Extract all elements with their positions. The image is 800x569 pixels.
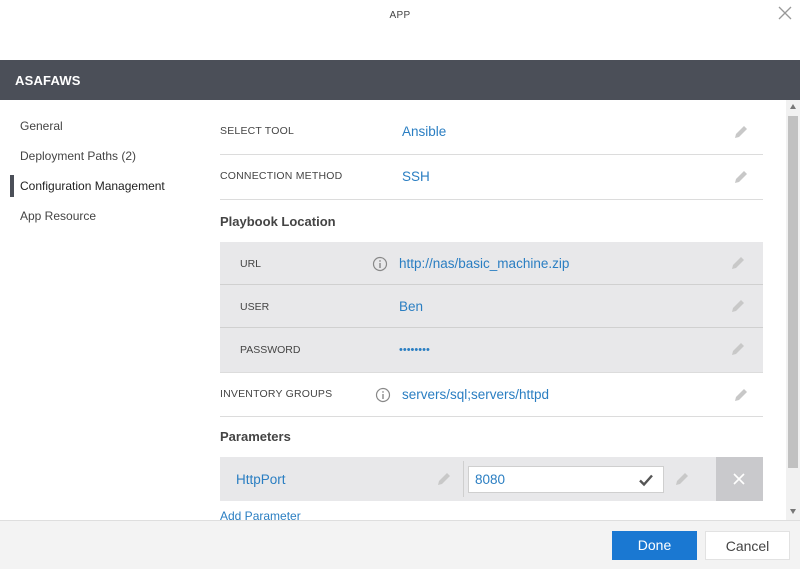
sidebar-item-app-resource[interactable]: App Resource	[10, 205, 200, 227]
app-name: ASAFAWS	[15, 73, 81, 88]
user-label: USER	[240, 301, 270, 313]
select-tool-label: SELECT TOOL	[220, 125, 294, 137]
url-row: URL http://nas/basic_machine.zip	[220, 242, 763, 285]
done-button[interactable]: Done	[612, 531, 697, 560]
scroll-down-arrow-icon[interactable]	[790, 509, 796, 514]
sidebar-item-general[interactable]: General	[10, 115, 200, 137]
close-icon	[733, 473, 745, 485]
scroll-up-arrow-icon[interactable]	[790, 104, 796, 109]
app-header: ASAFAWS	[0, 60, 800, 100]
playbook-location-block: URL http://nas/basic_machine.zip USER Be…	[220, 242, 763, 372]
parameter-value-input[interactable]: 8080	[468, 466, 664, 493]
pencil-icon[interactable]	[733, 124, 749, 140]
add-parameter-link[interactable]: Add Parameter	[220, 509, 301, 520]
inventory-groups-label: INVENTORY GROUPS	[220, 388, 333, 400]
pencil-icon[interactable]	[730, 298, 746, 314]
pencil-icon[interactable]	[436, 471, 452, 487]
parameters-title: Parameters	[220, 429, 291, 444]
pencil-icon[interactable]	[674, 471, 690, 487]
pencil-icon[interactable]	[730, 255, 746, 271]
playbook-location-title: Playbook Location	[220, 214, 336, 229]
window-title: APP	[389, 10, 411, 21]
inventory-groups-value[interactable]: servers/sql;servers/httpd	[402, 387, 549, 402]
password-row: PASSWORD ••••••••	[220, 328, 763, 371]
config-panel: SELECT TOOL Ansible CONNECTION METHOD SS…	[220, 110, 763, 520]
connection-method-value[interactable]: SSH	[402, 169, 430, 184]
pencil-icon[interactable]	[730, 341, 746, 357]
divider	[463, 461, 464, 497]
select-tool-value[interactable]: Ansible	[402, 124, 446, 139]
inventory-groups-row: INVENTORY GROUPS servers/sql;servers/htt…	[220, 372, 763, 417]
info-icon[interactable]	[375, 387, 391, 403]
info-icon[interactable]	[372, 256, 388, 272]
connection-method-label: CONNECTION METHOD	[220, 170, 343, 182]
url-value[interactable]: http://nas/basic_machine.zip	[399, 256, 569, 271]
connection-method-row: CONNECTION METHOD SSH	[220, 155, 763, 200]
dialog-footer: Done Cancel	[0, 520, 800, 569]
password-label: PASSWORD	[240, 344, 301, 356]
sidebar-item-configuration-management[interactable]: Configuration Management	[10, 175, 200, 197]
user-row: USER Ben	[220, 285, 763, 328]
parameter-name[interactable]: HttpPort	[236, 472, 286, 487]
pencil-icon[interactable]	[733, 169, 749, 185]
close-icon[interactable]	[776, 4, 794, 22]
pencil-icon[interactable]	[733, 387, 749, 403]
user-value[interactable]: Ben	[399, 299, 423, 314]
url-label: URL	[240, 258, 262, 270]
cancel-button[interactable]: Cancel	[705, 531, 790, 560]
sidebar: General Deployment Paths (2) Configurati…	[0, 100, 205, 520]
title-bar: APP	[0, 0, 800, 60]
select-tool-row: SELECT TOOL Ansible	[220, 110, 763, 155]
scroll-thumb[interactable]	[788, 116, 798, 468]
password-value[interactable]: ••••••••	[399, 344, 430, 356]
parameter-row: HttpPort 8080	[220, 457, 763, 501]
delete-parameter-button[interactable]	[716, 457, 763, 501]
scrollbar[interactable]	[786, 100, 800, 520]
sidebar-item-deployment-paths[interactable]: Deployment Paths (2)	[10, 145, 200, 167]
checkmark-icon[interactable]	[638, 472, 654, 488]
